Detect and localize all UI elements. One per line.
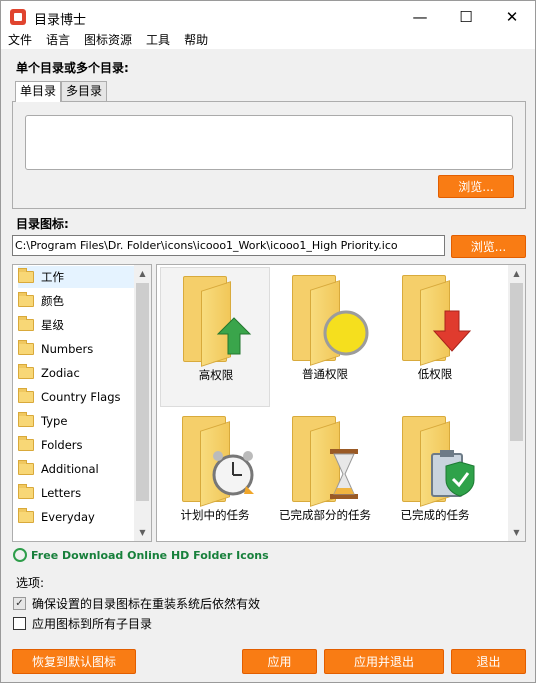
browse-icon-button[interactable]: 浏览...: [451, 235, 526, 258]
category-item[interactable]: Folders: [18, 434, 138, 456]
download-link[interactable]: Free Download Online HD Folder Icons: [13, 548, 269, 562]
tab-single-folder[interactable]: 单目录: [15, 81, 62, 102]
folder-icon: [18, 412, 34, 427]
category-item[interactable]: 星级: [18, 314, 138, 336]
hourglass-icon: [330, 449, 358, 499]
category-item[interactable]: 颜色: [18, 290, 138, 312]
globe-icon: [13, 548, 27, 562]
circle-icon: [323, 310, 369, 356]
folder-icon: [18, 268, 34, 283]
icon-cell[interactable]: 普通权限: [270, 267, 380, 407]
up-arrow-icon: [216, 317, 252, 355]
apply-subfolders-checkbox[interactable]: [13, 617, 26, 630]
icon-cell[interactable]: 已完成的任务: [380, 408, 490, 541]
category-item[interactable]: Numbers: [18, 338, 138, 360]
icon-cell[interactable]: 计划中的任务: [160, 408, 270, 541]
folder-icon: [18, 436, 34, 451]
apply-button[interactable]: 应用: [242, 649, 317, 674]
maximize-button[interactable]: ☐: [443, 1, 489, 32]
scroll-thumb[interactable]: [510, 283, 523, 441]
icon-grid: 高权限 普通权限 低权限 计划中的任务 已完成部分的任务 已完成的任务 ▲ ▼: [156, 264, 526, 542]
window-title: 目录博士: [34, 13, 87, 28]
single-multi-label: 单个目录或多个目录:: [16, 61, 129, 75]
folder-icon: [18, 292, 34, 307]
icon-scrollbar[interactable]: ▲ ▼: [508, 265, 525, 541]
folder-icon: [18, 508, 34, 523]
icon-path-input[interactable]: C:\Program Files\Dr. Folder\icons\icooo1…: [12, 235, 445, 256]
category-item[interactable]: Zodiac: [18, 362, 138, 384]
folder-list-input[interactable]: [25, 115, 513, 170]
tab-panel: 浏览...: [12, 101, 526, 209]
main-window: 目录博士 — ☐ ✕ 文件 语言 图标资源 工具 帮助 单个目录或多个目录: 单…: [0, 0, 536, 683]
folder-icon: [18, 388, 34, 403]
app-icon: [10, 9, 26, 25]
icon-label: 低权限: [417, 367, 453, 381]
category-item[interactable]: Additional: [18, 458, 138, 480]
apply-subfolders-option[interactable]: 应用图标到所有子目录: [13, 615, 152, 632]
scroll-up-arrow-icon[interactable]: ▲: [508, 265, 525, 282]
menu-file[interactable]: 文件: [1, 32, 39, 49]
category-item[interactable]: Everyday: [18, 506, 138, 528]
icon-cell[interactable]: 高权限: [160, 267, 270, 407]
menu-language[interactable]: 语言: [39, 32, 77, 49]
title-bar: 目录博士 — ☐ ✕: [1, 1, 535, 32]
icon-cell[interactable]: 已完成部分的任务: [270, 408, 380, 541]
folder-icon: [18, 460, 34, 475]
scroll-down-arrow-icon[interactable]: ▼: [134, 524, 151, 541]
category-item[interactable]: Letters: [18, 482, 138, 504]
category-item[interactable]: 工作: [18, 266, 138, 288]
icon-cell[interactable]: 低权限: [380, 267, 490, 407]
scroll-up-arrow-icon[interactable]: ▲: [134, 265, 151, 282]
exit-button[interactable]: 退出: [451, 649, 526, 674]
category-item[interactable]: Type: [18, 410, 138, 432]
menu-help[interactable]: 帮助: [177, 32, 215, 49]
close-button[interactable]: ✕: [489, 1, 535, 32]
down-arrow-icon: [432, 310, 472, 352]
keep-icon-checkbox[interactable]: ✓: [13, 597, 26, 610]
folder-icon: [18, 316, 34, 331]
icon-label: 已完成部分的任务: [279, 508, 371, 522]
folder-icon: [18, 484, 34, 499]
apply-exit-button[interactable]: 应用并退出: [324, 649, 444, 674]
restore-default-button[interactable]: 恢复到默认图标: [12, 649, 136, 674]
clipboard-check-icon: [431, 450, 475, 497]
folder-icon-label: 目录图标:: [16, 217, 69, 231]
keep-icon-option[interactable]: ✓ 确保设置的目录图标在重装系统后依然有效: [13, 595, 260, 612]
menu-icon-resources[interactable]: 图标资源: [77, 32, 139, 49]
category-item[interactable]: Country Flags: [18, 386, 138, 408]
minimize-button[interactable]: —: [397, 1, 443, 32]
scroll-down-arrow-icon[interactable]: ▼: [508, 524, 525, 541]
tab-multi-folder[interactable]: 多目录: [61, 81, 108, 101]
icon-label: 已完成的任务: [400, 508, 470, 522]
icon-label: 高权限: [198, 368, 234, 382]
folder-icon: [18, 364, 34, 379]
icon-label: 普通权限: [302, 367, 348, 381]
options-label: 选项:: [16, 576, 45, 590]
scroll-thumb[interactable]: [136, 283, 149, 501]
tab-strip: 单目录 多目录: [15, 81, 108, 102]
category-list: 工作 颜色 星级 Numbers Zodiac Country Flags Ty…: [12, 264, 152, 542]
alarm-clock-icon: [212, 451, 254, 496]
menu-tools[interactable]: 工具: [139, 32, 177, 49]
menu-bar: 文件 语言 图标资源 工具 帮助: [1, 32, 535, 49]
browse-folder-button[interactable]: 浏览...: [438, 175, 514, 198]
folder-icon: [18, 340, 34, 355]
category-scrollbar[interactable]: ▲ ▼: [134, 265, 151, 541]
icon-label: 计划中的任务: [180, 508, 250, 522]
